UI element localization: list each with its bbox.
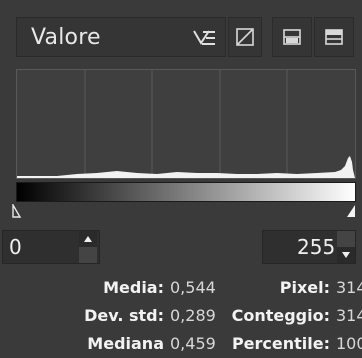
reset-histogram-button[interactable] (314, 17, 354, 57)
range-low-spinner[interactable] (79, 231, 97, 263)
channel-menu-button[interactable] (184, 17, 226, 57)
high-handle-icon (347, 205, 355, 217)
stat-media-value: 0,544 (170, 278, 216, 297)
stat-conteggio: Conteggio: 314 (231, 302, 362, 330)
stat-conteggio-label: Conteggio: (231, 306, 330, 325)
stat-pixel-label: Pixel: (279, 278, 330, 297)
histogram-mode-icon (283, 29, 301, 45)
linear-icon (236, 28, 254, 46)
stat-percentile-label: Percentile: (231, 334, 330, 353)
stat-media: Media: 0,544 (103, 274, 216, 302)
stat-devstd-value: 0,289 (170, 306, 216, 325)
histogram-mode-button[interactable] (272, 17, 312, 57)
reset-icon (325, 29, 343, 45)
stat-pixel: Pixel: 314 (279, 274, 362, 302)
value-gradient-bar (16, 182, 356, 202)
channel-select-label: Valore (31, 24, 101, 50)
channel-menu-icon (193, 30, 215, 45)
stat-percentile-value: 100 (336, 334, 362, 353)
stat-pixel-value: 314 (336, 278, 362, 297)
arrow-down-icon (342, 252, 350, 258)
histogram-graph[interactable] (16, 69, 356, 179)
range-low-decrement[interactable] (79, 247, 97, 263)
range-low-value: 0 (9, 235, 22, 259)
range-low-input[interactable]: 0 (2, 230, 100, 264)
range-high-increment[interactable] (337, 231, 355, 247)
low-handle-icon (12, 202, 22, 218)
stat-percentile: Percentile: 100 (231, 330, 362, 358)
stat-mediana: Mediana 0,459 (87, 330, 216, 358)
histogram-stats: Media: 0,544 Dev. std: 0,289 Mediana 0,459 … (0, 274, 362, 358)
linear-histogram-button[interactable] (228, 17, 262, 57)
stat-devstd: Dev. std: 0,289 (84, 302, 216, 330)
range-high-spinner[interactable] (337, 231, 355, 263)
stat-media-label: Media: (103, 278, 164, 297)
range-high-decrement[interactable] (337, 247, 355, 263)
histogram-svg (17, 70, 355, 178)
arrow-up-icon (84, 236, 92, 242)
stat-mediana-value: 0,459 (170, 334, 216, 353)
range-high-input[interactable]: 255 (262, 230, 356, 264)
stat-mediana-label: Mediana (87, 334, 164, 353)
stat-devstd-label: Dev. std: (84, 306, 164, 325)
histogram-panel: Valore 0 255 Media: 0,544 Dev. std: 0,28… (0, 0, 362, 358)
range-high-value: 255 (297, 235, 336, 259)
stat-conteggio-value: 314 (336, 306, 362, 325)
range-low-increment[interactable] (79, 231, 97, 247)
histogram-bars (17, 156, 355, 178)
